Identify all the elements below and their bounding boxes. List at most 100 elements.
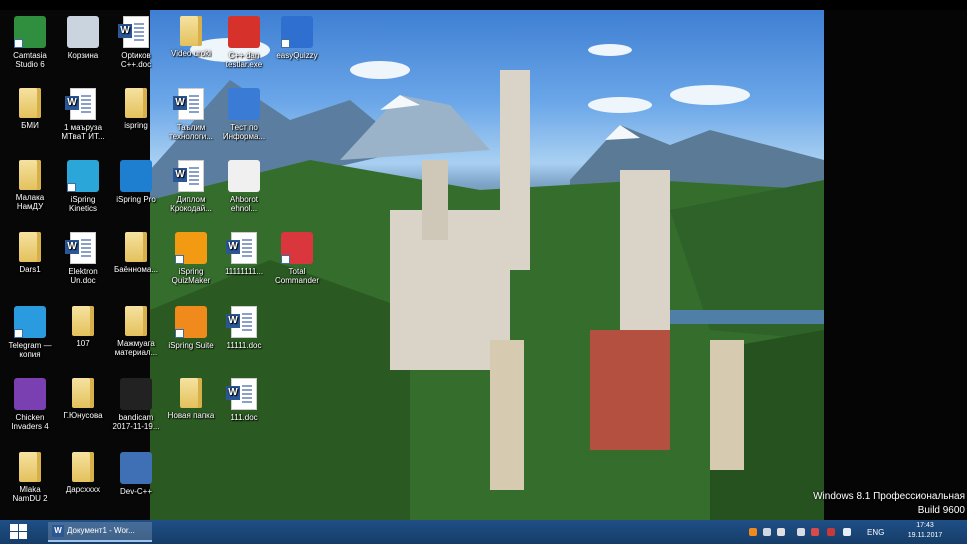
application-icon [67, 16, 99, 48]
desktop-icon[interactable]: Диплом Крокодай... [166, 160, 216, 213]
network-icon[interactable] [763, 528, 771, 536]
application-icon [14, 306, 46, 338]
word-document-icon [226, 232, 257, 264]
desktop-icon-label: 107 [76, 339, 90, 348]
desktop-icon[interactable]: 107 [58, 306, 108, 348]
desktop-icon-label: Г.Юнусова [63, 411, 103, 420]
desktop-icon-label: Малака НамДУ [15, 193, 45, 211]
desktop-icon[interactable]: 11111111... [219, 232, 269, 276]
desktop-icon-label: easyQuizzy [276, 51, 318, 60]
desktop-icon-label: 11111111... [224, 267, 264, 276]
taskbar-word-window[interactable]: W Документ1 - Wor... [48, 522, 152, 542]
castle-far-tower [710, 340, 744, 470]
desktop-icon[interactable]: Telegram — копия [5, 306, 55, 359]
clock[interactable]: 17:43 19.11.2017 [897, 521, 953, 541]
windows-watermark: Windows 8.1 Профессиональная Build 9600 [805, 490, 965, 518]
application-icon [120, 160, 152, 192]
desktop-icon[interactable]: iSpring QuizMaker [166, 232, 216, 285]
folder-icon [180, 378, 202, 408]
language-indicator[interactable]: ENG [867, 528, 884, 537]
warning-icon[interactable] [749, 528, 757, 536]
folder-icon [72, 378, 94, 408]
folder-icon [19, 88, 41, 118]
desktop-icon-label: 11111.doc [226, 341, 262, 350]
desktop-icon[interactable]: C++ dan testlar.exe [219, 16, 269, 69]
application-icon [14, 16, 46, 48]
application-icon [281, 232, 313, 264]
desktop-icon[interactable]: Корзина [58, 16, 108, 60]
desktop-icon[interactable]: iSpring Pro [111, 160, 161, 204]
desktop-icon-label: C++ dan testlar.exe [225, 51, 263, 69]
desktop-icon[interactable]: easyQuizzy [272, 16, 322, 60]
word-document-icon [226, 306, 257, 338]
desktop-right-area [824, 10, 967, 520]
desktop-icon-label: Elektron Un.doc [68, 267, 98, 285]
folder-icon [125, 232, 147, 262]
desktop-icon[interactable]: Mlaka NamDU 2 [5, 452, 55, 503]
desktop-icon-label: Optикoв C++.doc [120, 51, 152, 69]
system-tray: ENG 17:43 19.11.2017 [749, 520, 959, 544]
application-icon [14, 378, 46, 410]
device-icon[interactable] [797, 528, 805, 536]
application-icon [175, 232, 207, 264]
desktop-icon-label: Таълим технологи... [169, 123, 213, 141]
desktop-icon[interactable]: 11111.doc [219, 306, 269, 350]
desktop-icon[interactable]: Elektron Un.doc [58, 232, 108, 285]
desktop-icon-label: Telegram — копия [8, 341, 52, 359]
desktop-icon-label: Video uroki [171, 49, 211, 58]
desktop-icon[interactable]: Тест по Информа... [219, 88, 269, 141]
desktop-icon[interactable]: Dev-C++ [111, 452, 161, 496]
desktop-icon-label: 111.doc [230, 413, 258, 422]
desktop-icon-label: Баённома... [113, 265, 159, 274]
desktop-icon[interactable]: iSpring Suite [166, 306, 216, 350]
windows-logo-icon [10, 524, 18, 531]
desktop-icon[interactable]: Таълим технологи... [166, 88, 216, 141]
start-button[interactable] [10, 524, 28, 540]
desktop-icon[interactable]: ispring [111, 88, 161, 130]
word-document-icon [173, 88, 204, 120]
castle-right-tower [620, 170, 670, 350]
desktop-icon[interactable]: Новая папка [166, 378, 216, 420]
desktop-icon[interactable]: Total Commander [272, 232, 322, 285]
folder-icon [125, 306, 147, 336]
network-error-icon[interactable] [827, 528, 835, 536]
volume-icon[interactable] [843, 528, 851, 536]
desktop-icon[interactable]: Мажмуага материал... [111, 306, 161, 357]
taskbar-window-title: Документ1 - Wor... [67, 526, 135, 535]
desktop-icon-label: Новая папка [167, 411, 215, 420]
word-icon: W [52, 524, 64, 537]
castle-tall-tower [500, 70, 530, 270]
castle-left-tower [422, 160, 448, 240]
desktop-icon[interactable]: Optикoв C++.doc [111, 16, 161, 69]
desktop-icon[interactable]: Малака НамДУ [5, 160, 55, 211]
desktop-icon[interactable]: Dars1 [5, 232, 55, 274]
word-document-icon [65, 88, 96, 120]
desktop-icon[interactable]: Ahborot ehnol... [219, 160, 269, 213]
desktop-icon[interactable]: 111.doc [219, 378, 269, 422]
desktop-icon[interactable]: Баённома... [111, 232, 161, 274]
desktop-icon-label: Дарсxxxx [65, 485, 101, 494]
desktop-icon-label: Тест по Информа... [222, 123, 266, 141]
application-icon [120, 378, 152, 410]
desktop-icon[interactable]: Video uroki [166, 16, 216, 58]
desktop-icon-label: iSpring Kinetics [68, 195, 97, 213]
folder-icon [72, 306, 94, 336]
folder-icon [72, 452, 94, 482]
desktop-icon[interactable]: Chicken Invaders 4 [5, 378, 55, 431]
desktop-icon[interactable]: Camtasia Studio 6 [5, 16, 55, 69]
desktop-icon[interactable]: Дарсxxxx [58, 452, 108, 494]
desktop-icon[interactable]: 1 маъруза МТваТ ИТ... [58, 88, 108, 141]
application-icon [228, 16, 260, 48]
action-center-icon[interactable] [811, 528, 819, 536]
desktop-icon-label: Мажмуага материал... [114, 339, 158, 357]
desktop-icon[interactable]: Г.Юнусова [58, 378, 108, 420]
desktop-icon[interactable]: iSpring Kinetics [58, 160, 108, 213]
desktop-icon[interactable]: bandicam 2017-11-19... [111, 378, 161, 431]
flag-icon[interactable] [777, 528, 785, 536]
desktop-icon-label: Dars1 [19, 265, 41, 274]
desktop-icon[interactable]: БМИ [5, 88, 55, 130]
word-document-icon [226, 378, 257, 410]
clock-time: 17:43 [916, 522, 934, 529]
desktop-icon-label: Camtasia Studio 6 [13, 51, 47, 69]
screen-top-border [0, 0, 967, 10]
